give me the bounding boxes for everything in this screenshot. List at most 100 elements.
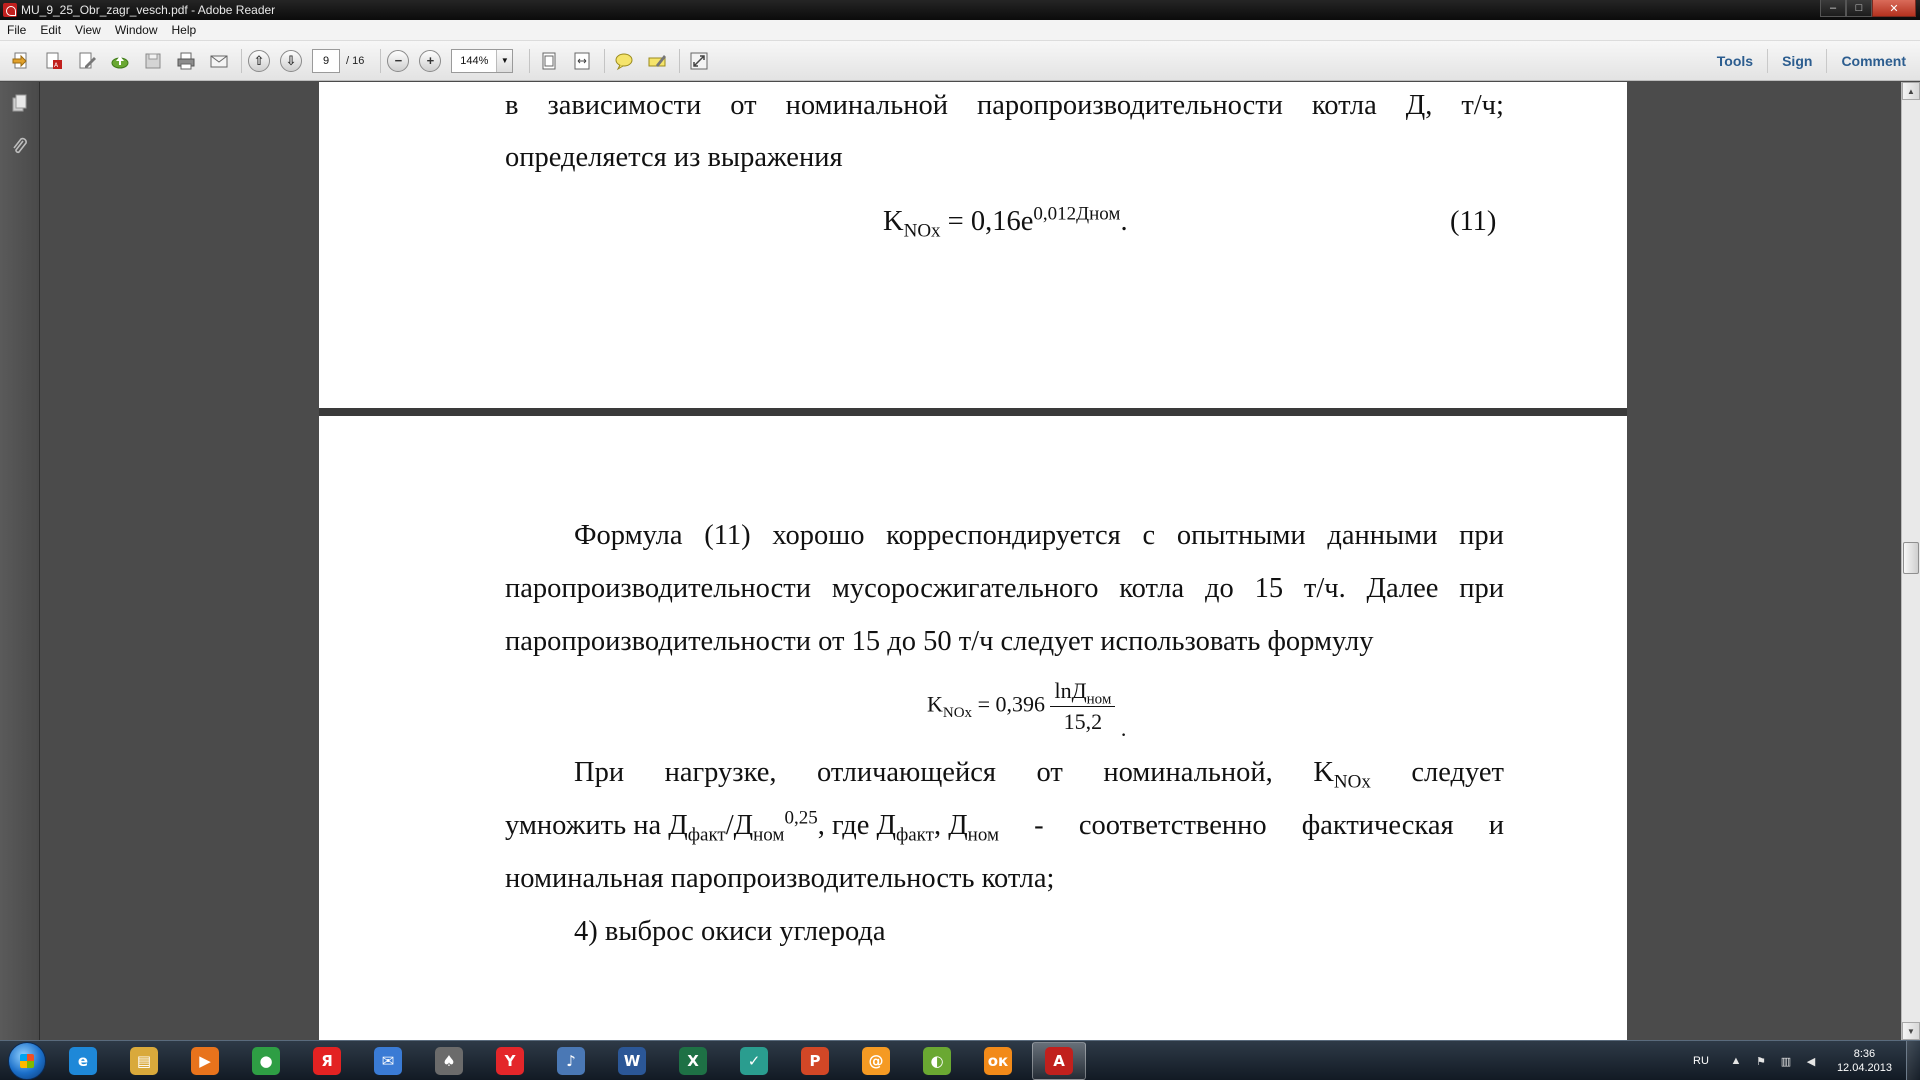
word-icon: W: [618, 1046, 646, 1075]
zoom-select[interactable]: 144% ▼: [451, 48, 514, 73]
maximize-button[interactable]: □: [1846, 0, 1872, 17]
taskbar-app-media-player[interactable]: ▶: [178, 1042, 232, 1080]
equation-number: (11): [1450, 206, 1497, 237]
pdf-page-10: Формула (11) хорошо корреспондируется с опытн…: [319, 416, 1627, 1040]
app-check-icon: ✓: [740, 1046, 768, 1075]
powerpoint-icon: P: [801, 1046, 829, 1075]
tray-expand-icon[interactable]: ▲: [1729, 1054, 1743, 1068]
save-icon[interactable]: [140, 48, 166, 74]
create-pdf-icon[interactable]: [8, 48, 34, 74]
menu-file[interactable]: File: [0, 23, 33, 37]
tools-link[interactable]: Tools: [1703, 49, 1767, 73]
clock-time: 8:36: [1853, 1048, 1876, 1060]
pdf-page-9: в зависимости от номинальной паропроизводите…: [319, 82, 1627, 408]
action-center-flag-icon[interactable]: ⚑: [1754, 1054, 1768, 1068]
minimize-button[interactable]: –: [1820, 0, 1846, 17]
attachments-icon[interactable]: [5, 132, 35, 162]
scrollbar-thumb[interactable]: [1903, 542, 1919, 574]
yandex-icon: Я: [313, 1046, 341, 1075]
mail-agent-icon: @: [862, 1046, 890, 1075]
toolbar-separator: [529, 48, 531, 73]
taskbar-app-file-explorer[interactable]: ▤: [117, 1042, 171, 1080]
text-line: При нагрузке, отличающейся от номинальной, KN…: [574, 757, 1504, 793]
menu-bar: File Edit View Window Help: [0, 20, 1920, 41]
chevron-down-icon[interactable]: ▼: [496, 49, 513, 72]
language-indicator[interactable]: RU: [1693, 1055, 1709, 1067]
menu-window[interactable]: Window: [108, 23, 165, 37]
file-explorer-icon: ▤: [130, 1046, 158, 1075]
taskbar-app-chrome[interactable]: ●: [239, 1042, 293, 1080]
menu-help[interactable]: Help: [165, 23, 204, 37]
taskbar-app-excel[interactable]: X: [666, 1042, 720, 1080]
volume-icon[interactable]: ◀: [1804, 1054, 1818, 1068]
yandex-browser-icon: Y: [496, 1046, 524, 1075]
page-down-icon[interactable]: ⇩: [280, 49, 302, 72]
taskbar-app-globe[interactable]: ◐: [910, 1042, 964, 1080]
taskbar-app-mail-agent[interactable]: @: [849, 1042, 903, 1080]
export-pdf-icon[interactable]: A: [41, 48, 67, 74]
toolbar-separator: [241, 48, 242, 73]
taskbar-apps: e ▤ ▶ ● Я ✉ ♠ Y ♪ W X ✓ P @ ◐ ок A: [56, 1041, 1093, 1080]
toolbar-separator: [679, 48, 681, 73]
internet-explorer-icon: e: [69, 1046, 97, 1075]
taskbar-app-odnoklassniki[interactable]: ок: [971, 1042, 1025, 1080]
toolbar-right-links: Tools Sign Comment: [1703, 41, 1920, 81]
toolbar-separator: [380, 48, 382, 73]
navigation-panel: [0, 82, 40, 1040]
adobe-reader-icon: A: [1045, 1046, 1073, 1075]
scroll-up-icon[interactable]: ▲: [1902, 82, 1920, 100]
scroll-down-icon[interactable]: ▼: [1902, 1022, 1920, 1040]
formula-11: KNOx = 0,16e0,012Дном.: [883, 203, 1128, 242]
sound-icon: ♪: [557, 1046, 585, 1075]
taskbar-app-adobe-reader[interactable]: A: [1032, 1041, 1086, 1080]
zoom-out-icon[interactable]: −: [387, 49, 410, 72]
fit-width-icon[interactable]: [569, 48, 595, 74]
print-icon[interactable]: [173, 48, 199, 74]
menu-view[interactable]: View: [68, 23, 108, 37]
show-desktop-button[interactable]: [1906, 1041, 1920, 1080]
clock[interactable]: 8:36 12.04.2013: [1837, 1047, 1892, 1075]
edit-pdf-icon[interactable]: [74, 48, 100, 74]
sign-link[interactable]: Sign: [1767, 49, 1826, 73]
comment-link[interactable]: Comment: [1826, 49, 1920, 73]
toolbar: A ⇧ ⇩ 9 / 16 − + 144% ▼ Tools Sign Comme…: [0, 41, 1920, 81]
zoom-value: 144%: [460, 54, 489, 67]
start-button[interactable]: [8, 1041, 46, 1080]
taskbar-app-sound[interactable]: ♪: [544, 1042, 598, 1080]
taskbar-app-word[interactable]: W: [605, 1042, 659, 1080]
text-line: умножить на Дфакт/Дном0,25, где Дфакт, Д…: [505, 807, 1504, 846]
page-thumbnails-icon[interactable]: [5, 88, 35, 118]
page-up-icon[interactable]: ⇧: [248, 49, 270, 72]
email-icon[interactable]: [206, 48, 232, 74]
taskbar-app-yandex[interactable]: Я: [300, 1042, 354, 1080]
text-line: номинальная паропроизводительность котла…: [505, 863, 1055, 894]
text-line: паропроизводительности мусоросжигательног…: [505, 573, 1504, 604]
taskbar-app-yandex-browser[interactable]: Y: [483, 1042, 537, 1080]
adobe-reader-icon: [3, 3, 17, 17]
text-line: Формула (11) хорошо корреспондируется с опытн…: [574, 520, 1504, 551]
text-line: в зависимости от номинальной паропроизводите…: [505, 90, 1504, 121]
menu-edit[interactable]: Edit: [33, 23, 68, 37]
network-icon[interactable]: ▥: [1779, 1054, 1793, 1068]
taskbar: e ▤ ▶ ● Я ✉ ♠ Y ♪ W X ✓ P @ ◐ ок A RU ▲ ⚑ ▥ ◀ 8:36 12.04…: [0, 1040, 1920, 1080]
comment-bubble-icon[interactable]: [611, 48, 637, 74]
zoom-in-icon[interactable]: +: [419, 49, 442, 72]
full-screen-icon[interactable]: [686, 48, 712, 74]
page-number-input[interactable]: 9: [312, 48, 340, 73]
fraction: lnДном 15,2: [1050, 678, 1116, 735]
cloud-upload-icon[interactable]: [107, 48, 133, 74]
taskbar-app-app-check[interactable]: ✓: [727, 1042, 781, 1080]
taskbar-app-powerpoint[interactable]: P: [788, 1042, 842, 1080]
fit-page-icon[interactable]: [536, 48, 562, 74]
document-view[interactable]: в зависимости от номинальной паропроизводите…: [41, 82, 1901, 1040]
taskbar-app-internet-explorer[interactable]: e: [56, 1042, 110, 1080]
taskbar-app-mail[interactable]: ✉: [361, 1042, 415, 1080]
close-button[interactable]: ✕: [1872, 0, 1916, 17]
formula-knox-log: KNOx = 0,396 lnДном 15,2 .: [927, 678, 1127, 741]
excel-icon: X: [679, 1046, 707, 1075]
vertical-scrollbar[interactable]: ▲ ▼: [1901, 82, 1920, 1040]
solitaire-icon: ♠: [435, 1046, 463, 1075]
taskbar-app-solitaire[interactable]: ♠: [422, 1042, 476, 1080]
odnoklassniki-icon: ок: [984, 1046, 1012, 1075]
highlight-icon[interactable]: [644, 48, 670, 74]
